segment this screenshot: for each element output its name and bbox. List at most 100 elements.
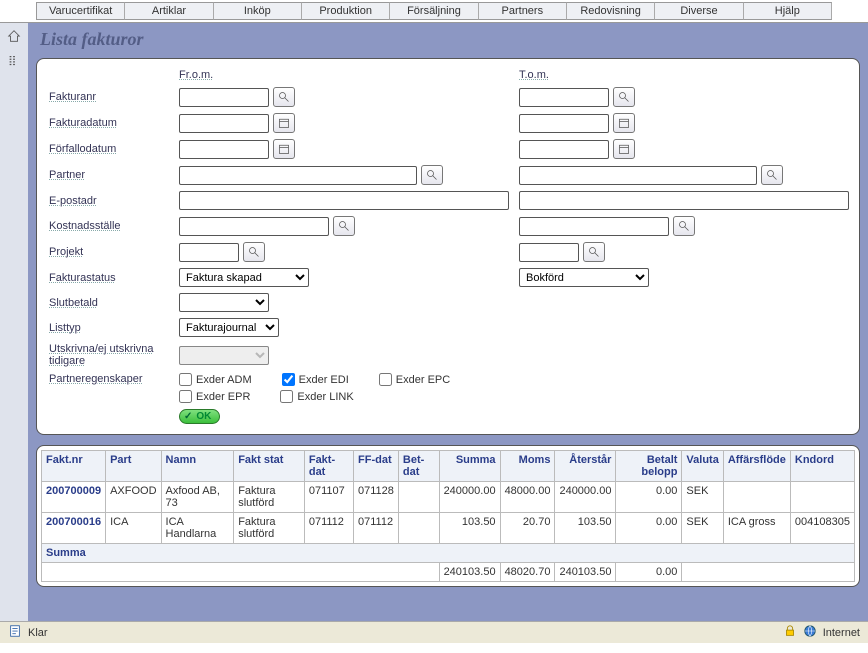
col-aterstar[interactable]: Återstår	[555, 451, 616, 482]
from-header: Fr.o.m.	[179, 69, 519, 81]
cell-betaltbelopp: 0.00	[616, 482, 682, 513]
col-faktnr[interactable]: Fakt.nr	[42, 451, 106, 482]
cell-betdat	[398, 513, 439, 544]
calendar-icon[interactable]	[273, 139, 295, 159]
col-faktstat[interactable]: Fakt stat	[234, 451, 305, 482]
col-kndord[interactable]: Kndord	[790, 451, 854, 482]
epostadr-from-input[interactable]	[179, 191, 509, 210]
calendar-icon[interactable]	[613, 139, 635, 159]
cell-aterstar: 103.50	[555, 513, 616, 544]
col-betaltbelopp[interactable]: Betalt belopp	[616, 451, 682, 482]
forfallodatum-to-input[interactable]	[519, 140, 609, 159]
statusbar: Klar Internet	[0, 621, 868, 643]
cell-faktdat: 071107	[304, 482, 353, 513]
projekt-to-input[interactable]	[519, 243, 579, 262]
cell-aterstar: 240000.00	[555, 482, 616, 513]
kostnadsstalle-to-input[interactable]	[519, 217, 669, 236]
col-summa[interactable]: Summa	[439, 451, 500, 482]
search-icon[interactable]	[673, 216, 695, 236]
calendar-icon[interactable]	[613, 113, 635, 133]
col-faktdat[interactable]: Fakt-dat	[304, 451, 353, 482]
checkbox-exder-epr[interactable]: Exder EPR	[179, 390, 250, 403]
col-namn[interactable]: Namn	[161, 451, 234, 482]
fakturastatus-to-select[interactable]: Bokförd	[519, 268, 649, 287]
cell-betaltbelopp: 0.00	[616, 513, 682, 544]
lock-icon	[783, 624, 797, 641]
cell-namn: ICA Handlarna	[161, 513, 234, 544]
col-part[interactable]: Part	[106, 451, 161, 482]
fakturanr-from-input[interactable]	[179, 88, 269, 107]
cell-faktstat: Faktura slutförd	[234, 513, 305, 544]
total-moms: 48020.70	[500, 563, 555, 582]
search-icon[interactable]	[243, 242, 265, 262]
partner-from-input[interactable]	[179, 166, 417, 185]
col-moms[interactable]: Moms	[500, 451, 555, 482]
label-partner: Partner	[49, 169, 179, 181]
search-icon[interactable]	[613, 87, 635, 107]
menu-produktion[interactable]: Produktion	[302, 2, 390, 20]
top-menu: Varucertifikat Artiklar Inköp Produktion…	[0, 0, 868, 23]
label-utskrivna: Utskrivna/ej utskrivna tidigare	[49, 343, 179, 367]
search-icon[interactable]	[421, 165, 443, 185]
table-row: 200700009 AXFOOD Axfood AB, 73 Faktura s…	[42, 482, 855, 513]
listtyp-select[interactable]: Fakturajournal	[179, 318, 279, 337]
col-betdat[interactable]: Bet-dat	[398, 451, 439, 482]
search-icon[interactable]	[761, 165, 783, 185]
label-forfallodatum: Förfallodatum	[49, 143, 179, 155]
partner-to-input[interactable]	[519, 166, 757, 185]
utskrivna-select	[179, 346, 269, 365]
summa-label: Summa	[42, 544, 855, 563]
calendar-icon[interactable]	[273, 113, 295, 133]
search-icon[interactable]	[273, 87, 295, 107]
col-affarsflode[interactable]: Affärsflöde	[723, 451, 790, 482]
menu-inkop[interactable]: Inköp	[214, 2, 302, 20]
label-kostnadsstalle: Kostnadsställe	[49, 220, 179, 232]
fakturanr-to-input[interactable]	[519, 88, 609, 107]
kostnadsstalle-from-input[interactable]	[179, 217, 329, 236]
cell-faktnr[interactable]: 200700016	[42, 513, 106, 544]
projekt-from-input[interactable]	[179, 243, 239, 262]
total-summa: 240103.50	[439, 563, 500, 582]
ok-button[interactable]: OK	[179, 409, 220, 424]
menu-redovisning[interactable]: Redovisning	[567, 2, 655, 20]
epostadr-to-input[interactable]	[519, 191, 849, 210]
search-icon[interactable]	[583, 242, 605, 262]
menu-forsaljning[interactable]: Försäljning	[390, 2, 478, 20]
total-aterstar: 240103.50	[555, 563, 616, 582]
menu-diverse[interactable]: Diverse	[655, 2, 743, 20]
label-fakturanr: Fakturanr	[49, 91, 179, 103]
forfallodatum-from-input[interactable]	[179, 140, 269, 159]
col-ffdat[interactable]: FF-dat	[354, 451, 399, 482]
status-text: Klar	[28, 627, 48, 639]
cell-faktstat: Faktura slutförd	[234, 482, 305, 513]
results-panel: Fakt.nr Part Namn Fakt stat Fakt-dat FF-…	[36, 445, 860, 587]
menu-partners[interactable]: Partners	[479, 2, 567, 20]
checkbox-exder-edi[interactable]: Exder EDI	[282, 373, 349, 386]
cell-faktdat: 071112	[304, 513, 353, 544]
col-valuta[interactable]: Valuta	[682, 451, 723, 482]
cell-namn: Axfood AB, 73	[161, 482, 234, 513]
fakturadatum-from-input[interactable]	[179, 114, 269, 133]
summa-row: Summa	[42, 544, 855, 563]
menu-hjalp[interactable]: Hjälp	[744, 2, 832, 20]
results-table: Fakt.nr Part Namn Fakt stat Fakt-dat FF-…	[41, 450, 855, 582]
slutbetald-select[interactable]	[179, 293, 269, 312]
list-icon[interactable]	[7, 54, 21, 71]
total-betaltbelopp: 0.00	[616, 563, 682, 582]
menu-artiklar[interactable]: Artiklar	[125, 2, 213, 20]
table-row: 200700016 ICA ICA Handlarna Faktura slut…	[42, 513, 855, 544]
fakturadatum-to-input[interactable]	[519, 114, 609, 133]
search-icon[interactable]	[333, 216, 355, 236]
checkbox-exder-link[interactable]: Exder LINK	[280, 390, 353, 403]
cell-part: AXFOOD	[106, 482, 161, 513]
home-icon[interactable]	[7, 29, 21, 46]
checkbox-exder-adm[interactable]: Exder ADM	[179, 373, 252, 386]
checkbox-exder-epc[interactable]: Exder EPC	[379, 373, 450, 386]
menu-varucertifikat[interactable]: Varucertifikat	[36, 2, 125, 20]
cell-faktnr[interactable]: 200700009	[42, 482, 106, 513]
zone-text: Internet	[823, 627, 860, 639]
fakturastatus-from-select[interactable]: Faktura skapad	[179, 268, 309, 287]
page-title: Lista fakturor	[40, 29, 860, 50]
label-fakturastatus: Fakturastatus	[49, 272, 179, 284]
cell-summa: 240000.00	[439, 482, 500, 513]
